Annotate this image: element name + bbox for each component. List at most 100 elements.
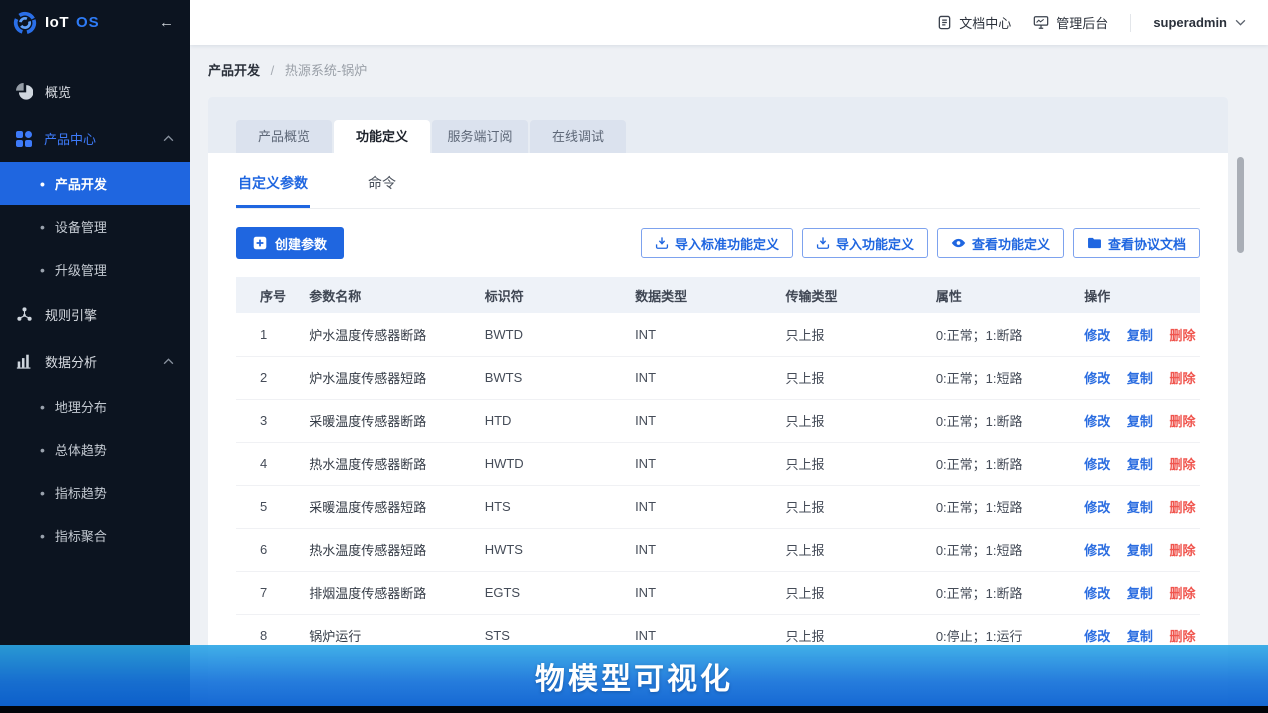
- copy-link[interactable]: 复制: [1127, 629, 1153, 644]
- cell-actions: 修改 复制 删除: [1084, 356, 1200, 400]
- bullet-icon: •: [40, 484, 45, 501]
- view-protocol-button[interactable]: 查看协议文档: [1072, 228, 1200, 258]
- sidebar-item-geo-distribution[interactable]: • 地理分布: [0, 385, 190, 428]
- modify-link[interactable]: 修改: [1084, 328, 1110, 343]
- col-header-attribute: 属性: [935, 277, 1085, 313]
- document-icon: [937, 15, 952, 30]
- modify-link[interactable]: 修改: [1084, 500, 1110, 515]
- copy-link[interactable]: 复制: [1127, 543, 1153, 558]
- cell-data-type: INT: [635, 313, 786, 357]
- table-row: 2 炉水温度传感器短路 BWTS INT 只上报 0:正常；1:短路 修改 复制…: [236, 356, 1200, 400]
- cell-index: 4: [236, 442, 310, 486]
- subtab-commands[interactable]: 命令: [366, 166, 398, 208]
- delete-link[interactable]: 删除: [1170, 586, 1196, 601]
- brand-logo: IoT OS: [12, 10, 100, 36]
- sidebar-item-label: 设备管理: [54, 220, 107, 235]
- delete-link[interactable]: 删除: [1170, 414, 1196, 429]
- sidebar-item-device-mgmt[interactable]: • 设备管理: [0, 205, 190, 248]
- delete-link[interactable]: 删除: [1170, 543, 1196, 558]
- breadcrumb-separator: /: [270, 63, 275, 78]
- create-param-button[interactable]: 创建参数: [236, 227, 345, 259]
- delete-link[interactable]: 删除: [1170, 371, 1196, 386]
- sidebar-item-label: 产品中心: [44, 132, 97, 147]
- cell-attribute: 0:正常；1:断路: [935, 399, 1085, 443]
- sidebar-item-product-center[interactable]: 产品中心: [0, 115, 190, 162]
- cell-identifier: HTD: [484, 399, 636, 443]
- cell-actions: 修改 复制 删除: [1084, 571, 1200, 615]
- toolbar-right-group: 导入标准功能定义 导入功能定义 查看功能定义 查看协议文档: [640, 228, 1200, 258]
- sidebar-item-metric-trend[interactable]: • 指标趋势: [0, 471, 190, 514]
- sidebar-item-overview[interactable]: 概览: [0, 68, 190, 115]
- delete-link[interactable]: 删除: [1170, 457, 1196, 472]
- cell-name: 热水温度传感器短路: [309, 528, 485, 572]
- doc-center-link[interactable]: 文档中心: [937, 13, 1011, 32]
- vertical-scrollbar-thumb[interactable]: [1237, 157, 1244, 253]
- bar-chart-icon: [16, 353, 33, 370]
- cell-name: 炉水温度传感器断路: [309, 313, 485, 357]
- import-standard-def-button[interactable]: 导入标准功能定义: [640, 228, 793, 258]
- tab-strip: 产品概览 功能定义 服务端订阅 在线调试: [208, 97, 1228, 153]
- cell-data-type: INT: [635, 571, 786, 615]
- table-row: 7 排烟温度传感器断路 EGTS INT 只上报 0:正常；1:断路 修改 复制…: [236, 571, 1200, 615]
- delete-link[interactable]: 删除: [1170, 328, 1196, 343]
- brand-text-os: OS: [76, 14, 100, 31]
- cell-name: 热水温度传感器断路: [309, 442, 485, 486]
- table-row: 4 热水温度传感器断路 HWTD INT 只上报 0:正常；1:断路 修改 复制…: [236, 442, 1200, 486]
- tab-online-debug[interactable]: 在线调试: [530, 120, 626, 153]
- cell-index: 6: [236, 528, 310, 572]
- monitor-icon: [1033, 15, 1049, 30]
- copy-link[interactable]: 复制: [1127, 586, 1153, 601]
- view-def-button[interactable]: 查看功能定义: [936, 228, 1064, 258]
- view-protocol-label: 查看协议文档: [1107, 236, 1186, 252]
- sidebar-collapse-arrow-icon[interactable]: ←: [159, 14, 174, 31]
- rule-engine-icon: [16, 306, 33, 323]
- sidebar-item-upgrade-mgmt[interactable]: • 升级管理: [0, 248, 190, 291]
- tab-function-definition[interactable]: 功能定义: [334, 120, 430, 153]
- modify-link[interactable]: 修改: [1084, 586, 1110, 601]
- eye-icon: [951, 237, 966, 249]
- cell-attribute: 0:正常；1:短路: [935, 356, 1085, 400]
- cell-transmission: 只上报: [785, 442, 936, 486]
- sidebar-item-label: 规则引擎: [45, 308, 98, 323]
- user-menu[interactable]: superadmin: [1153, 15, 1246, 30]
- tab-product-overview[interactable]: 产品概览: [236, 120, 332, 153]
- copy-link[interactable]: 复制: [1127, 414, 1153, 429]
- modify-link[interactable]: 修改: [1084, 371, 1110, 386]
- sidebar-item-data-analysis[interactable]: 数据分析: [0, 338, 190, 385]
- copy-link[interactable]: 复制: [1127, 500, 1153, 515]
- col-header-transmission: 传输类型: [785, 277, 936, 313]
- sidebar-item-rule-engine[interactable]: 规则引擎: [0, 291, 190, 338]
- modify-link[interactable]: 修改: [1084, 414, 1110, 429]
- modify-link[interactable]: 修改: [1084, 457, 1110, 472]
- plus-square-icon: [253, 236, 267, 250]
- modify-link[interactable]: 修改: [1084, 629, 1110, 644]
- cell-data-type: INT: [635, 528, 786, 572]
- cell-identifier: BWTS: [484, 356, 636, 400]
- delete-link[interactable]: 删除: [1170, 500, 1196, 515]
- col-header-identifier: 标识符: [484, 277, 636, 313]
- bottom-banner: 物模型可视化: [0, 645, 1268, 706]
- tab-server-subscription[interactable]: 服务端订阅: [432, 120, 528, 153]
- copy-link[interactable]: 复制: [1127, 328, 1153, 343]
- copy-link[interactable]: 复制: [1127, 371, 1153, 386]
- admin-console-link[interactable]: 管理后台: [1033, 13, 1108, 32]
- subtabs: 自定义参数 命令: [236, 153, 1200, 209]
- chevron-up-icon: [163, 135, 174, 142]
- import-def-button[interactable]: 导入功能定义: [801, 228, 928, 258]
- modify-link[interactable]: 修改: [1084, 543, 1110, 558]
- sidebar-item-metric-aggregation[interactable]: • 指标聚合: [0, 514, 190, 557]
- bullet-icon: •: [40, 175, 45, 192]
- copy-link[interactable]: 复制: [1127, 457, 1153, 472]
- sidebar-item-label: 产品开发: [54, 177, 107, 192]
- breadcrumb-current: 热源系统-锅炉: [284, 63, 368, 78]
- table-row: 3 采暖温度传感器断路 HTD INT 只上报 0:正常；1:断路 修改 复制 …: [236, 399, 1200, 443]
- chevron-down-icon: [1235, 19, 1246, 26]
- sidebar-item-product-dev[interactable]: • 产品开发: [0, 162, 190, 205]
- sidebar-item-overall-trend[interactable]: • 总体趋势: [0, 428, 190, 471]
- delete-link[interactable]: 删除: [1170, 629, 1196, 644]
- toolbar: 创建参数 导入标准功能定义 导入功能定义 查看功能定义 查看协议文档: [236, 227, 1200, 259]
- subtab-custom-params[interactable]: 自定义参数: [236, 166, 310, 208]
- breadcrumb-root[interactable]: 产品开发: [208, 63, 260, 78]
- cell-identifier: HTS: [484, 485, 636, 529]
- card-body: 自定义参数 命令 创建参数 导入标准功能定义 导入功能定义 查看功能定义 查看协…: [208, 153, 1228, 658]
